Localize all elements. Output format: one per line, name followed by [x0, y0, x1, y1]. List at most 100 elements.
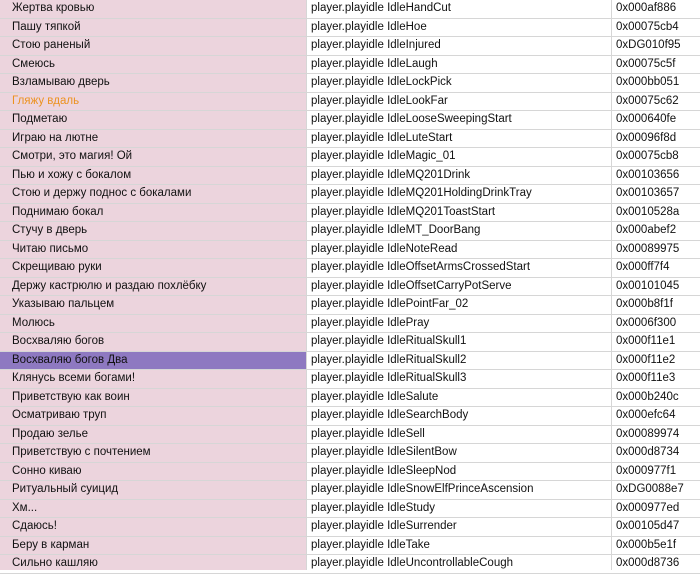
console-command-cell[interactable]: player.playidle IdleSurrender	[307, 518, 612, 536]
form-id-cell[interactable]: 0x00103656	[612, 166, 700, 184]
console-command-cell[interactable]: player.playidle IdleHandCut	[307, 0, 612, 18]
table-row[interactable]: Осматриваю труп player.playidle IdleSearc…	[0, 407, 700, 426]
form-id-cell[interactable]: 0x000efc64	[612, 407, 700, 425]
form-id-cell[interactable]: 0x0006f300	[612, 314, 700, 332]
form-id-cell[interactable]: 0x000f11e1	[612, 333, 700, 351]
animation-name-cell[interactable]: Беру в карман	[0, 536, 307, 554]
table-row[interactable]: Продаю зелье player.playidle IdleSell 0x00…	[0, 425, 700, 444]
console-command-cell[interactable]: player.playidle IdleTake	[307, 536, 612, 554]
animation-name-cell[interactable]: Восхваляю богов Два	[0, 351, 307, 369]
table-row[interactable]: Ритуальный суицид player.playidle IdleSno…	[0, 481, 700, 500]
animation-name-cell[interactable]: Смеюсь	[0, 55, 307, 73]
console-command-cell[interactable]: player.playidle IdleLookFar	[307, 92, 612, 110]
table-row[interactable]: Скрещиваю руки player.playidle IdleOffset…	[0, 259, 700, 278]
console-command-cell[interactable]: player.playidle IdleOffsetArmsCrossedSta…	[307, 259, 612, 277]
form-id-cell[interactable]: 0x000b5e1f	[612, 536, 700, 554]
form-id-cell[interactable]: 0x00089975	[612, 240, 700, 258]
console-command-cell[interactable]: player.playidle IdleMQ201ToastStart	[307, 203, 612, 221]
animation-name-cell[interactable]: Стою и держу поднос с бокалами	[0, 185, 307, 203]
animation-name-cell[interactable]: Сонно киваю	[0, 462, 307, 480]
table-row[interactable]: Стою и держу поднос с бокалами player.pla…	[0, 185, 700, 204]
console-command-cell[interactable]: player.playidle IdleSleepNod	[307, 462, 612, 480]
form-id-cell[interactable]: 0x00075c5f	[612, 55, 700, 73]
console-command-cell[interactable]: player.playidle IdleHoe	[307, 18, 612, 36]
console-command-cell[interactable]: player.playidle IdlePointFar_02	[307, 296, 612, 314]
animation-name-cell[interactable]: Молюсь	[0, 314, 307, 332]
form-id-cell[interactable]: 0x000640fe	[612, 111, 700, 129]
console-command-cell[interactable]: player.playidle IdleLockPick	[307, 74, 612, 92]
animation-name-cell[interactable]: Взламываю дверь	[0, 74, 307, 92]
console-command-cell[interactable]: player.playidle IdleSell	[307, 425, 612, 443]
table-row[interactable]: Указываю пальцем player.playidle IdlePoin…	[0, 296, 700, 315]
animation-name-cell[interactable]: Сдаюсь!	[0, 518, 307, 536]
table-row[interactable]: Держу кастрюлю и раздаю похлёбку player.p…	[0, 277, 700, 296]
form-id-cell[interactable]: 0xDG0088e7	[612, 481, 700, 499]
table-row[interactable]: Стучу в дверь player.playidle IdleMT_Door…	[0, 222, 700, 241]
console-command-cell[interactable]: player.playidle IdleSalute	[307, 388, 612, 406]
form-id-cell[interactable]: 0x000977f1	[612, 462, 700, 480]
animation-name-cell[interactable]: Пашу тяпкой	[0, 18, 307, 36]
animation-name-cell[interactable]: Скрещиваю руки	[0, 259, 307, 277]
table-row[interactable]: Играю на лютне player.playidle IdleLuteSt…	[0, 129, 700, 148]
console-command-cell[interactable]: player.playidle IdleRitualSkull2	[307, 351, 612, 369]
console-command-cell[interactable]: player.playidle IdleSilentBow	[307, 444, 612, 462]
console-command-cell[interactable]: player.playidle IdleSnowElfPrinceAscensi…	[307, 481, 612, 499]
table-row[interactable]: Приветствую с почтением player.playidle I…	[0, 444, 700, 463]
table-row[interactable]: Восхваляю богов Два player.playidle IdleR…	[0, 351, 700, 370]
console-command-cell[interactable]: player.playidle IdleSearchBody	[307, 407, 612, 425]
form-id-cell[interactable]: 0x000f11e2	[612, 351, 700, 369]
form-id-cell[interactable]: 0x00103657	[612, 185, 700, 203]
console-command-cell[interactable]: player.playidle IdleRitualSkull3	[307, 370, 612, 388]
console-command-cell[interactable]: player.playidle IdleMT_DoorBang	[307, 222, 612, 240]
table-row[interactable]: Клянусь всеми богами! player.playidle Idl…	[0, 370, 700, 389]
animation-name-cell[interactable]: Восхваляю богов	[0, 333, 307, 351]
form-id-cell[interactable]: 0x00105d47	[612, 518, 700, 536]
table-row[interactable]: Стою раненый player.playidle IdleInjured 0…	[0, 37, 700, 56]
animation-name-cell[interactable]: Стою раненый	[0, 37, 307, 55]
animation-name-cell[interactable]: Играю на лютне	[0, 129, 307, 147]
form-id-cell[interactable]: 0x00075cb8	[612, 148, 700, 166]
console-command-cell[interactable]: player.playidle IdleLaugh	[307, 55, 612, 73]
animation-name-cell[interactable]: Жертва кровью	[0, 0, 307, 18]
animation-name-cell[interactable]: Хм...	[0, 499, 307, 517]
animation-name-cell[interactable]: Клянусь всеми богами!	[0, 370, 307, 388]
form-id-cell[interactable]: 0x00075c62	[612, 92, 700, 110]
form-id-cell[interactable]: 0x00096f8d	[612, 129, 700, 147]
console-command-cell[interactable]: player.playidle IdleMQ201Drink	[307, 166, 612, 184]
table-row[interactable]: Пашу тяпкой player.playidle IdleHoe 0x0007…	[0, 18, 700, 37]
table-row[interactable]: Читаю письмо player.playidle IdleNoteRead…	[0, 240, 700, 259]
table-row[interactable]: Сдаюсь! player.playidle IdleSurrender 0x00…	[0, 518, 700, 537]
animation-name-cell[interactable]: Указываю пальцем	[0, 296, 307, 314]
table-row[interactable]: Подметаю player.playidle IdleLooseSweepin…	[0, 111, 700, 130]
form-id-cell[interactable]: 0x000f11e3	[612, 370, 700, 388]
console-command-cell[interactable]: player.playidle IdleNoteRead	[307, 240, 612, 258]
table-row[interactable]: Приветствую как воин player.playidle Idle…	[0, 388, 700, 407]
form-id-cell[interactable]: 0x000d8734	[612, 444, 700, 462]
animation-name-cell[interactable]: Ритуальный суицид	[0, 481, 307, 499]
table-row[interactable]: Молюсь player.playidle IdlePray 0x0006f300	[0, 314, 700, 333]
console-command-cell[interactable]: player.playidle IdleOffsetCarryPotServe	[307, 277, 612, 295]
console-command-cell[interactable]: player.playidle IdleLuteStart	[307, 129, 612, 147]
table-row[interactable]: Беру в карман player.playidle IdleTake 0x0…	[0, 536, 700, 555]
animation-name-cell[interactable]: Гляжу вдаль	[0, 92, 307, 110]
form-id-cell[interactable]: 0x000abef2	[612, 222, 700, 240]
form-id-cell[interactable]: 0x0010528a	[612, 203, 700, 221]
table-row[interactable]: Поднимаю бокал player.playidle IdleMQ201T…	[0, 203, 700, 222]
animation-name-cell[interactable]: Подметаю	[0, 111, 307, 129]
console-command-cell[interactable]: player.playidle IdlePray	[307, 314, 612, 332]
console-command-cell[interactable]: player.playidle IdleRitualSkull1	[307, 333, 612, 351]
animation-name-cell[interactable]: Приветствую с почтением	[0, 444, 307, 462]
form-id-cell[interactable]: 0x000977ed	[612, 499, 700, 517]
form-id-cell[interactable]: 0x000b240c	[612, 388, 700, 406]
console-command-cell[interactable]: player.playidle IdleStudy	[307, 499, 612, 517]
form-id-cell[interactable]: 0x000bb051	[612, 74, 700, 92]
form-id-cell[interactable]: 0xDG010f95	[612, 37, 700, 55]
animation-name-cell[interactable]: Читаю письмо	[0, 240, 307, 258]
form-id-cell[interactable]: 0x000ff7f4	[612, 259, 700, 277]
animation-name-cell[interactable]: Держу кастрюлю и раздаю похлёбку	[0, 277, 307, 295]
table-row[interactable]: Смеюсь player.playidle IdleLaugh 0x00075c5…	[0, 55, 700, 74]
console-command-cell[interactable]: player.playidle IdleMQ201HoldingDrinkTra…	[307, 185, 612, 203]
console-command-cell[interactable]: player.playidle IdleLooseSweepingStart	[307, 111, 612, 129]
form-id-cell[interactable]: 0x000b8f1f	[612, 296, 700, 314]
table-row[interactable]: Взламываю дверь player.playidle IdleLockP…	[0, 74, 700, 93]
